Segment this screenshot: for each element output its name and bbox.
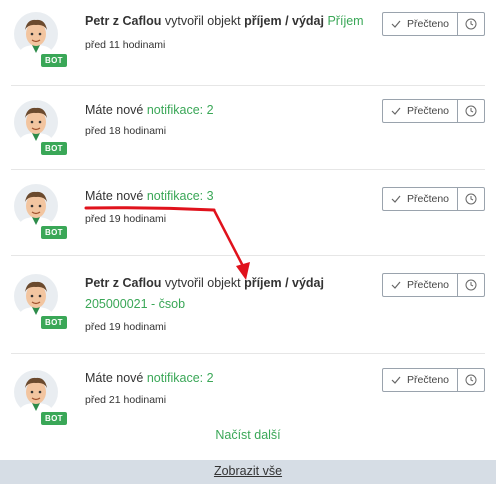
object-link[interactable]: Příjem	[327, 14, 363, 28]
notification-actions: Přečteno	[382, 99, 485, 123]
bot-badge: BOT	[41, 316, 67, 329]
notification-actions: Přečteno	[382, 12, 485, 36]
notification-text: Máte nové notifikace: 3	[85, 186, 214, 207]
avatar: BOT	[14, 370, 67, 425]
mark-read-label: Přečteno	[406, 374, 450, 386]
avatar: BOT	[14, 12, 67, 67]
notification-text-middle: vytvořil objekt	[161, 14, 245, 28]
notification-text: Petr z Caflou vytvořil objekt příjem / v…	[85, 273, 365, 315]
notification-time: před 18 hodinami	[85, 125, 167, 137]
notification-link[interactable]: notifikace: 2	[147, 103, 214, 117]
notification-time: před 19 hodinami	[85, 213, 167, 225]
object-type: příjem / výdaj	[244, 14, 324, 28]
notification-text: Máte nové notifikace: 2	[85, 100, 214, 121]
check-icon	[391, 107, 401, 115]
remind-later-button[interactable]	[458, 369, 484, 391]
notification-prefix: Máte nové	[85, 371, 147, 385]
notification-link[interactable]: notifikace: 3	[147, 189, 214, 203]
notification-text-middle: vytvořil objekt	[161, 276, 245, 290]
notification-item: BOT Máte nové notifikace: 2 před 18 hodi…	[11, 86, 485, 168]
notification-time: před 21 hodinami	[85, 394, 167, 406]
author-name: Petr z Caflou	[85, 276, 162, 290]
notification-time: před 19 hodinami	[85, 321, 167, 333]
clock-icon	[465, 105, 477, 117]
check-icon	[391, 376, 401, 384]
clock-icon	[465, 18, 477, 30]
bot-badge: BOT	[41, 226, 67, 239]
avatar: BOT	[14, 184, 67, 239]
notification-actions: Přečteno	[382, 368, 485, 392]
bot-badge: BOT	[41, 142, 67, 155]
avatar-face-icon	[14, 184, 58, 228]
bot-badge: BOT	[41, 54, 67, 67]
mark-read-label: Přečteno	[406, 105, 450, 117]
avatar-face-icon	[14, 370, 58, 414]
avatar-face-icon	[14, 100, 58, 144]
avatar-face-icon	[14, 274, 58, 318]
clock-icon	[465, 374, 477, 386]
notification-actions: Přečteno	[382, 273, 485, 297]
mark-read-button[interactable]: Přečteno	[383, 100, 458, 122]
notification-item: BOT Máte nové notifikace: 2 před 21 hodi…	[11, 354, 485, 426]
notification-item: BOT Máte nové notifikace: 3 před 19 hodi…	[11, 170, 485, 254]
remind-later-button[interactable]	[458, 274, 484, 296]
check-icon	[391, 281, 401, 289]
avatar-face-icon	[14, 12, 58, 56]
notification-item: BOT Petr z Caflou vytvořil objekt příjem…	[11, 4, 485, 84]
avatar: BOT	[14, 274, 67, 329]
avatar: BOT	[14, 100, 67, 155]
remind-later-button[interactable]	[458, 188, 484, 210]
mark-read-label: Přečteno	[406, 279, 450, 291]
notification-link[interactable]: notifikace: 2	[147, 371, 214, 385]
object-type: příjem / výdaj	[244, 276, 324, 290]
mark-read-button[interactable]: Přečteno	[383, 369, 458, 391]
bot-badge: BOT	[41, 412, 67, 425]
mark-read-button[interactable]: Přečteno	[383, 274, 458, 296]
notification-text: Máte nové notifikace: 2	[85, 368, 214, 389]
show-all-link[interactable]: Zobrazit vše	[214, 464, 282, 478]
clock-icon	[465, 279, 477, 291]
remind-later-button[interactable]	[458, 13, 484, 35]
notification-time: před 11 hodinami	[85, 39, 166, 51]
notification-prefix: Máte nové	[85, 103, 147, 117]
check-icon	[391, 195, 401, 203]
notification-actions: Přečteno	[382, 187, 485, 211]
author-name: Petr z Caflou	[85, 14, 162, 28]
object-link[interactable]: 205000021 - čsob	[85, 297, 185, 311]
notification-prefix: Máte nové	[85, 189, 147, 203]
footer-bar: Zobrazit vše	[0, 460, 496, 484]
remind-later-button[interactable]	[458, 100, 484, 122]
mark-read-label: Přečteno	[406, 193, 450, 205]
clock-icon	[465, 193, 477, 205]
mark-read-label: Přečteno	[406, 18, 450, 30]
check-icon	[391, 20, 401, 28]
notification-text: Petr z Caflou vytvořil objekt příjem / v…	[85, 11, 364, 32]
load-more-link[interactable]: Načíst další	[0, 428, 496, 442]
mark-read-button[interactable]: Přečteno	[383, 188, 458, 210]
notification-item: BOT Petr z Caflou vytvořil objekt příjem…	[11, 256, 485, 352]
mark-read-button[interactable]: Přečteno	[383, 13, 458, 35]
